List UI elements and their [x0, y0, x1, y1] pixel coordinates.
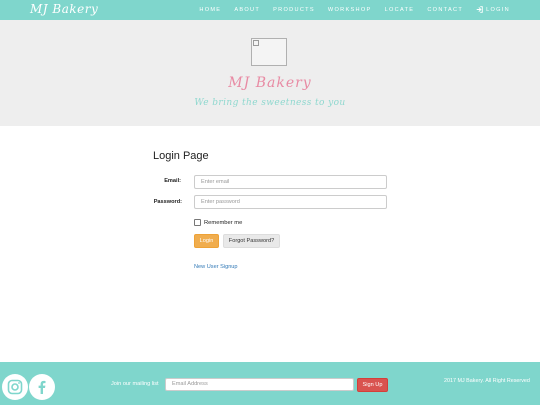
nav-item-locate[interactable]: LOCATE	[385, 7, 415, 13]
instagram-icon[interactable]	[2, 374, 28, 400]
nav-item-label: LOGIN	[486, 7, 510, 13]
facebook-icon[interactable]	[29, 374, 55, 400]
hero-banner: MJ Bakery We bring the sweetness to you	[0, 20, 540, 126]
nav-item-label: ABOUT	[234, 7, 261, 13]
nav-item-label: HOME	[199, 7, 222, 13]
hero-subtitle: We bring the sweetness to you	[194, 98, 346, 108]
brand-logo[interactable]: MJ Bakery	[30, 2, 98, 16]
nav-item-login[interactable]: LOGIN	[476, 5, 510, 15]
nav-item-label: PRODUCTS	[273, 7, 315, 13]
nav-item-workshop[interactable]: WORKSHOP	[328, 7, 372, 13]
nav-item-home[interactable]: HOME	[199, 7, 221, 13]
nav-item-label: LOCATE	[384, 7, 415, 13]
nav-item-about[interactable]: ABOUT	[234, 7, 260, 13]
page-title: Login Page	[153, 150, 209, 162]
copyright-text: 2017 MJ Bakery. All Right Reserved	[444, 378, 530, 384]
sign-up-button[interactable]: Sign Up	[357, 378, 388, 392]
footer: Join our mailing list Email Address Sign…	[0, 362, 540, 405]
mailing-list-label: Join our mailing list	[111, 381, 159, 387]
remember-me-checkbox[interactable]	[194, 219, 201, 226]
email-field[interactable]: Enter email	[194, 175, 387, 189]
navbar: MJ Bakery HOME ABOUT PRODUCTS WORKSHOP L…	[0, 0, 540, 20]
email-label: Email:	[164, 178, 181, 184]
remember-me-row: Remember me	[194, 219, 242, 226]
forgot-password-button[interactable]: Forgot Password?	[223, 234, 280, 248]
nav-item-label: CONTACT	[427, 7, 464, 13]
nav-item-label: WORKSHOP	[327, 7, 372, 13]
remember-me-label[interactable]: Remember me	[204, 220, 242, 226]
password-label: Password:	[153, 199, 182, 205]
login-button[interactable]: Login	[194, 234, 219, 248]
password-field[interactable]: Enter password	[194, 195, 387, 209]
nav-menu: HOME ABOUT PRODUCTS WORKSHOP LOCATE CONT…	[186, 0, 510, 20]
nav-item-contact[interactable]: CONTACT	[427, 7, 463, 13]
nav-item-products[interactable]: PRODUCTS	[273, 7, 315, 13]
hero-title: MJ Bakery	[228, 75, 312, 91]
new-user-signup-link[interactable]: New User Signup	[194, 264, 238, 270]
mailing-email-input[interactable]: Email Address	[165, 378, 354, 391]
login-icon	[476, 5, 483, 15]
broken-image-icon	[251, 38, 287, 66]
